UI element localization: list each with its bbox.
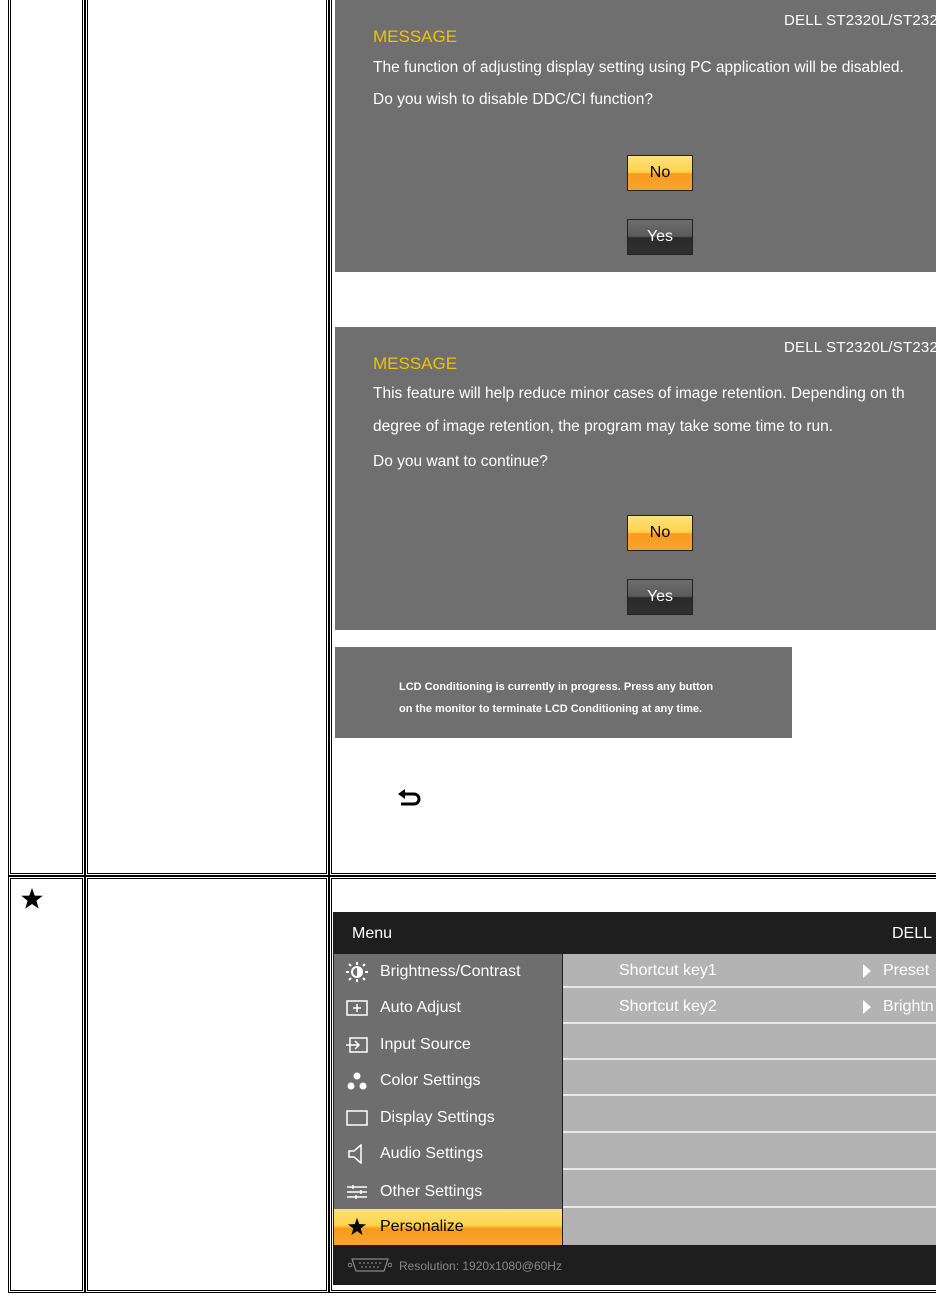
menu-item-brightness-contrast[interactable]: Brightness/Contrast <box>334 954 562 990</box>
empty-row <box>563 1062 936 1096</box>
message-line: Do you wish to disable DDC/CI function? <box>373 91 653 108</box>
shortcut-key-label: Shortcut key2 <box>619 998 717 1015</box>
lcd-conditioning-notice: LCD Conditioning is currently in progres… <box>335 647 792 738</box>
row1-icon-cell <box>8 0 85 876</box>
ddcci-message-dialog: DELL ST2320L/ST232 MESSAGE The function … <box>335 0 936 272</box>
message-line: Do you want to continue? <box>373 453 548 470</box>
empty-row <box>563 1174 936 1208</box>
audio-settings-icon <box>346 1143 368 1165</box>
brightness-icon <box>346 962 368 982</box>
resolution-label: Resolution: 1920x1080@60Hz <box>399 1259 562 1273</box>
model-label: DELL ST2320L/ST232 <box>784 12 936 29</box>
triangle-right-icon <box>863 964 871 978</box>
menu-item-label: Color Settings <box>380 1072 481 1089</box>
shortcut-key2-row[interactable]: Shortcut key2 Brightn <box>563 990 936 1024</box>
shortcut-key-value: Brightn <box>883 998 934 1015</box>
shortcut-key1-row[interactable]: Shortcut key1 Preset <box>563 954 936 988</box>
message-title: MESSAGE <box>373 354 458 373</box>
message-title: MESSAGE <box>373 27 458 46</box>
menu-item-label: Brightness/Contrast <box>380 963 521 980</box>
menu-item-other-settings[interactable]: Other Settings <box>334 1174 562 1210</box>
menu-footer: Resolution: 1920x1080@60Hz <box>333 1245 936 1285</box>
color-settings-icon <box>346 1071 368 1091</box>
star-icon <box>20 887 44 911</box>
vga-connector-icon <box>347 1257 393 1278</box>
notice-line: LCD Conditioning is currently in progres… <box>399 681 714 693</box>
no-button[interactable]: No <box>627 155 693 191</box>
menu-title: Menu <box>352 925 393 942</box>
no-button[interactable]: No <box>627 515 693 551</box>
menu-item-personalize[interactable]: Personalize <box>334 1209 562 1245</box>
empty-row <box>563 1099 936 1133</box>
display-settings-icon <box>346 1108 368 1128</box>
row2-icon-cell <box>8 876 85 1293</box>
star-icon <box>346 1217 368 1237</box>
message-line: degree of image retention, the program m… <box>373 418 834 435</box>
menu-item-input-source[interactable]: Input Source <box>334 1027 562 1063</box>
yes-button[interactable]: Yes <box>627 219 693 255</box>
menu-item-label: Other Settings <box>380 1183 483 1200</box>
menu-item-audio-settings[interactable]: Audio Settings <box>334 1136 562 1172</box>
return-arrow-icon <box>397 789 423 811</box>
empty-row <box>563 1026 936 1060</box>
osd-menu: Menu DELL Brightness/Contrast Auto Adjus… <box>333 912 936 1285</box>
submenu-panel: Shortcut key1 Preset Shortcut key2 Brigh… <box>563 954 936 1245</box>
input-source-icon <box>346 1035 368 1055</box>
yes-button[interactable]: Yes <box>627 579 693 615</box>
menu-item-label: Personalize <box>380 1218 464 1235</box>
menu-item-auto-adjust[interactable]: Auto Adjust <box>334 990 562 1026</box>
notice-line: on the monitor to terminate LCD Conditio… <box>399 703 703 715</box>
row1-name-cell <box>85 0 329 876</box>
menu-item-label: Input Source <box>380 1036 471 1053</box>
brand-label: DELL <box>891 925 932 942</box>
menu-item-color-settings[interactable]: Color Settings <box>334 1063 562 1099</box>
menu-item-label: Auto Adjust <box>380 999 461 1016</box>
message-line: This feature will help reduce minor case… <box>373 385 905 402</box>
empty-row <box>563 1136 936 1170</box>
menu-item-label: Audio Settings <box>380 1145 484 1162</box>
menu-list: Brightness/Contrast Auto Adjust Input So… <box>334 954 562 1245</box>
model-label: DELL ST2320L/ST232 <box>784 339 936 356</box>
menu-item-label: Display Settings <box>380 1109 495 1126</box>
menu-item-display-settings[interactable]: Display Settings <box>334 1100 562 1136</box>
shortcut-key-value: Preset <box>883 962 930 979</box>
lcd-conditioning-message-dialog: DELL ST2320L/ST232 MESSAGE This feature … <box>335 327 936 630</box>
row2-name-cell <box>85 876 329 1293</box>
shortcut-key-label: Shortcut key1 <box>619 962 717 979</box>
triangle-right-icon <box>863 1000 871 1014</box>
other-settings-icon <box>346 1182 368 1202</box>
empty-row <box>563 1210 936 1244</box>
auto-adjust-icon <box>346 998 368 1018</box>
message-line: The function of adjusting display settin… <box>373 59 904 76</box>
